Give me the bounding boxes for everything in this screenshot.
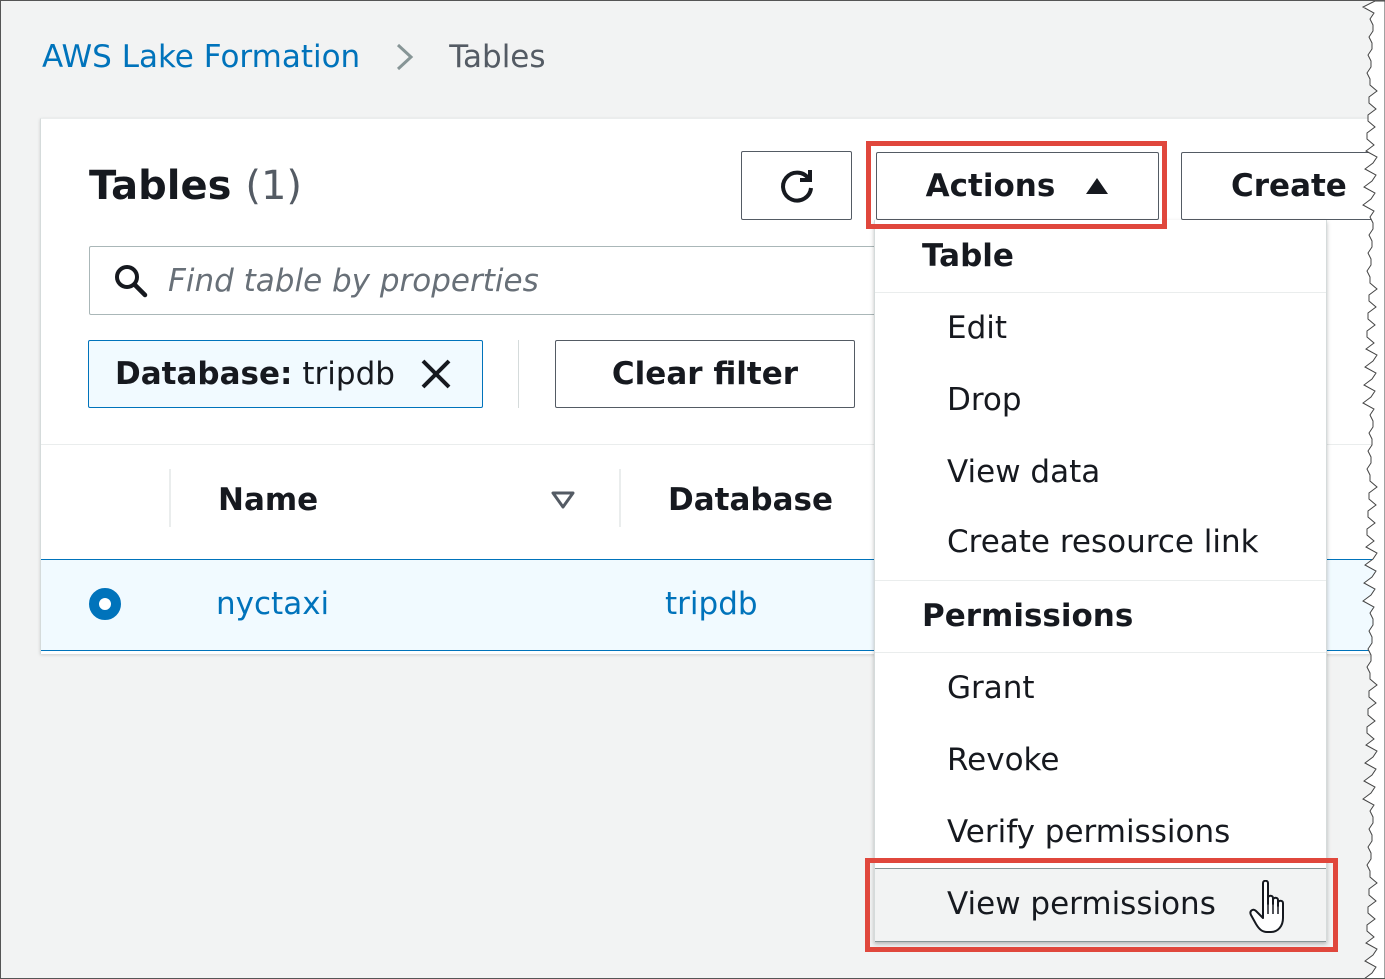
- hand-pointer-icon: [1249, 880, 1284, 933]
- menu-item-view-permissions[interactable]: View permissions: [947, 886, 1216, 922]
- page-title-text: Tables: [89, 163, 232, 209]
- caret-up-icon: [1086, 178, 1109, 194]
- actions-button-label: Actions: [925, 168, 1056, 204]
- breadcrumb-link-lake-formation[interactable]: AWS Lake Formation: [42, 39, 360, 75]
- menu-item-revoke[interactable]: Revoke: [947, 742, 1059, 778]
- table-name-link[interactable]: nyctaxi: [216, 586, 329, 622]
- sort-down-icon[interactable]: [551, 491, 575, 509]
- menu-group-permissions: Permissions: [922, 598, 1134, 634]
- torn-edge-path: [1361, 1, 1385, 978]
- menu-item-create-resource-link[interactable]: Create resource link: [947, 524, 1259, 560]
- column-divider: [619, 469, 621, 527]
- filter-token-key: Database:: [115, 356, 293, 392]
- torn-edge: [1361, 1, 1385, 978]
- menu-item-edit[interactable]: Edit: [947, 310, 1007, 346]
- page: AWS Lake Formation Tables Tables (1) Act…: [0, 0, 1385, 979]
- search-icon: [115, 264, 148, 297]
- column-header-database[interactable]: Database: [668, 482, 833, 518]
- filter-token: Database: tripdb: [88, 340, 483, 408]
- close-icon[interactable]: [420, 358, 452, 390]
- breadcrumb: AWS Lake Formation Tables: [42, 39, 546, 75]
- menu-separator: [875, 652, 1326, 653]
- page-title: Tables (1): [89, 163, 302, 209]
- refresh-button[interactable]: [741, 151, 852, 220]
- filter-divider: [518, 340, 519, 408]
- search-placeholder: Find table by properties: [168, 262, 539, 299]
- row-radio-selected[interactable]: [89, 588, 121, 620]
- menu-item-grant[interactable]: Grant: [947, 670, 1035, 706]
- clear-filter-button[interactable]: Clear filter: [555, 340, 855, 408]
- menu-item-verify-permissions[interactable]: Verify permissions: [947, 814, 1230, 850]
- chevron-right-icon: [397, 43, 414, 71]
- table-count: (1): [245, 163, 303, 209]
- refresh-icon: [780, 169, 813, 203]
- menu-separator: [875, 292, 1326, 293]
- clear-filter-label: Clear filter: [611, 356, 799, 392]
- search-input[interactable]: Find table by properties: [89, 246, 889, 315]
- menu-separator: [875, 580, 1326, 581]
- menu-item-drop[interactable]: Drop: [947, 382, 1022, 418]
- breadcrumb-current: Tables: [449, 39, 546, 75]
- actions-dropdown-menu: Table Edit Drop View data Create resourc…: [874, 220, 1327, 942]
- create-button-label: Create: [1231, 168, 1347, 204]
- filter-token-value: tripdb: [302, 356, 395, 392]
- menu-item-view-data[interactable]: View data: [947, 454, 1100, 490]
- column-divider: [169, 469, 171, 527]
- column-header-name[interactable]: Name: [218, 482, 318, 518]
- database-link[interactable]: tripdb: [665, 586, 758, 622]
- actions-button[interactable]: Actions: [876, 152, 1159, 220]
- menu-group-table: Table: [922, 238, 1014, 274]
